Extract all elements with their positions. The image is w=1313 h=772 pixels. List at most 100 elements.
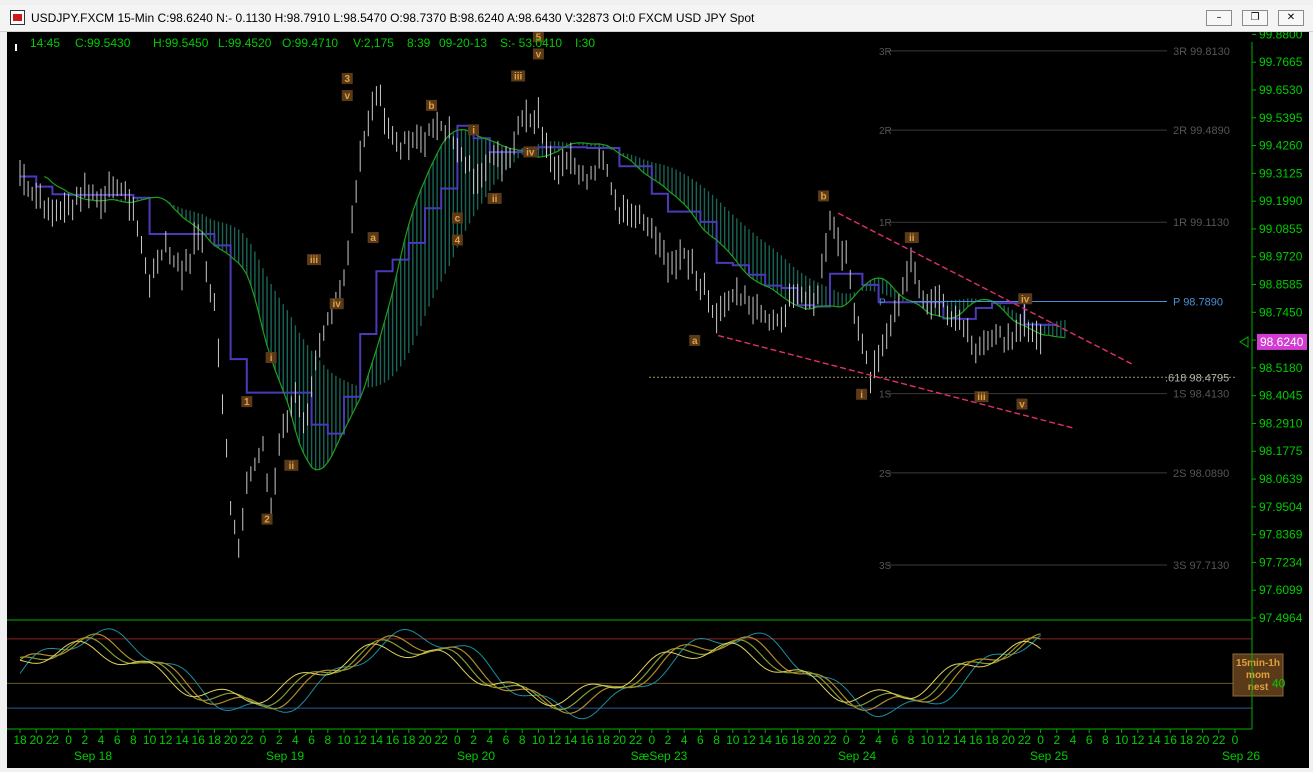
time-axis-label: 22 <box>823 733 837 747</box>
time-axis-label: 20 <box>1002 733 1016 747</box>
price-axis-label: 98.2910 <box>1259 416 1303 430</box>
wave-label: iv <box>1021 294 1030 305</box>
time-axis-label: 10 <box>532 733 546 747</box>
wave-label: c <box>455 213 461 224</box>
price-axis-label: 97.7234 <box>1259 555 1303 569</box>
price-axis-label: 99.5395 <box>1259 111 1303 125</box>
price-axis-label: 99.1990 <box>1259 194 1303 208</box>
time-axis-label: 8 <box>130 733 137 747</box>
data-line-s-value: S:- 53.0410 <box>500 36 562 50</box>
wave-label: 4 <box>455 236 461 247</box>
wave-label: 3 <box>344 74 350 85</box>
price-axis-label: 98.1775 <box>1259 444 1303 458</box>
time-axis-label: 22 <box>240 733 254 747</box>
time-axis-label: 18 <box>985 733 999 747</box>
price-axis-label: 98.9720 <box>1259 250 1303 264</box>
wave-label: i <box>270 353 273 364</box>
time-axis-label: 18 <box>597 733 611 747</box>
pivot-level-label: 1R <box>879 218 892 229</box>
time-axis-label: 12 <box>548 733 562 747</box>
price-axis-label: 98.8585 <box>1259 278 1303 292</box>
data-line-interval: I:30 <box>575 36 595 50</box>
wave-label: iii <box>514 71 523 82</box>
time-axis-label: 14 <box>1147 733 1161 747</box>
price-axis-label: 99.8800 <box>1259 32 1303 41</box>
time-axis-label: 4 <box>681 733 688 747</box>
date-label: Sep 25 <box>1030 749 1068 763</box>
time-axis-label: 14 <box>370 733 384 747</box>
time-axis-label: 12 <box>1131 733 1145 747</box>
time-axis-label: 18 <box>402 733 416 747</box>
time-axis-label: 6 <box>308 733 315 747</box>
time-axis-label: 12 <box>354 733 368 747</box>
minimize-button[interactable]: – <box>1206 10 1232 26</box>
time-axis-label: 22 <box>46 733 60 747</box>
title-bar[interactable]: USDJPY.FXCM 15-Min C:98.6240 N:- 0.1130 … <box>0 5 1313 32</box>
time-axis-label: 8 <box>324 733 331 747</box>
pivot-value-label: 3R 99.8130 <box>1173 46 1230 58</box>
time-axis-label: 16 <box>580 733 594 747</box>
time-axis-label: 0 <box>65 733 72 747</box>
time-axis-label: 18 <box>13 733 27 747</box>
wave-label: iii <box>977 392 986 403</box>
wave-label: 2 <box>264 515 270 526</box>
time-axis-label: 22 <box>435 733 449 747</box>
chart-area[interactable]: 3R 3R 99.8130 2R 2R 99.4890 1R 1R 99.1130 P P 9… <box>7 32 1309 768</box>
close-button[interactable]: ✕ <box>1278 10 1304 26</box>
time-axis-label: 18 <box>791 733 805 747</box>
indicator-name-label: 15min-1h <box>1236 658 1280 669</box>
chart-background <box>7 32 1309 768</box>
time-axis-label: 8 <box>1102 733 1109 747</box>
wave-label: iv <box>526 147 535 158</box>
time-axis-label: 20 <box>224 733 238 747</box>
time-axis-label: 0 <box>843 733 850 747</box>
time-axis-label: 14 <box>953 733 967 747</box>
time-axis-label: 10 <box>337 733 351 747</box>
time-axis-label: 20 <box>30 733 44 747</box>
pivot-level-label: 3S <box>879 561 892 572</box>
time-axis-label: 0 <box>1037 733 1044 747</box>
time-axis-label: 6 <box>114 733 121 747</box>
pivot-level-label: 3R <box>879 47 892 58</box>
date-label: Sep 24 <box>838 749 876 763</box>
date-label: Sep 20 <box>457 749 495 763</box>
time-axis-label: 10 <box>726 733 740 747</box>
chart-svg[interactable]: 3R 3R 99.8130 2R 2R 99.4890 1R 1R 99.1130 P P 9… <box>7 32 1309 768</box>
price-axis-label: 98.0639 <box>1259 472 1303 486</box>
time-axis-label: 6 <box>697 733 704 747</box>
price-axis-label: 98.5180 <box>1259 361 1303 375</box>
pivot-value-label: 2S 98.0890 <box>1173 468 1229 480</box>
time-axis-label: 2 <box>859 733 866 747</box>
time-axis-label: 20 <box>613 733 627 747</box>
wave-label: iii <box>310 255 319 266</box>
time-axis-label: 22 <box>629 733 643 747</box>
data-line-clock: 8:39 <box>407 36 431 50</box>
pivot-value-label: 3S 97.7130 <box>1173 560 1229 572</box>
price-axis-label: 99.7665 <box>1259 55 1303 69</box>
date-label: Sep 18 <box>74 749 112 763</box>
price-axis-label: 97.4964 <box>1259 611 1303 625</box>
date-label: Sep 19 <box>266 749 304 763</box>
pivot-value-label: P 98.7890 <box>1173 297 1223 309</box>
wave-label: ii <box>289 461 295 472</box>
time-axis-label: 2 <box>276 733 283 747</box>
time-axis-label: 0 <box>1232 733 1239 747</box>
time-axis-label: 16 <box>969 733 983 747</box>
time-axis-label: 16 <box>775 733 789 747</box>
time-axis-label: 8 <box>713 733 720 747</box>
wave-label: i <box>860 390 863 401</box>
price-axis-label: 97.6099 <box>1259 583 1303 597</box>
wave-label: iv <box>333 299 342 310</box>
price-axis-label: 99.3125 <box>1259 166 1303 180</box>
pivot-level-label: 2R <box>879 126 892 137</box>
restore-button[interactable]: ❐ <box>1242 10 1268 26</box>
time-axis-label: 12 <box>742 733 756 747</box>
wave-label: b <box>428 101 434 112</box>
time-axis-label: 6 <box>1086 733 1093 747</box>
data-line-date: 09-20-13 <box>439 36 487 50</box>
pivot-value-label: 1S 98.4130 <box>1173 389 1229 401</box>
data-line-high: H:99.5450 <box>153 36 209 50</box>
data-line-open: O:99.4710 <box>282 36 338 50</box>
wave-label: v <box>344 91 350 102</box>
cursor-marker <box>15 44 17 51</box>
